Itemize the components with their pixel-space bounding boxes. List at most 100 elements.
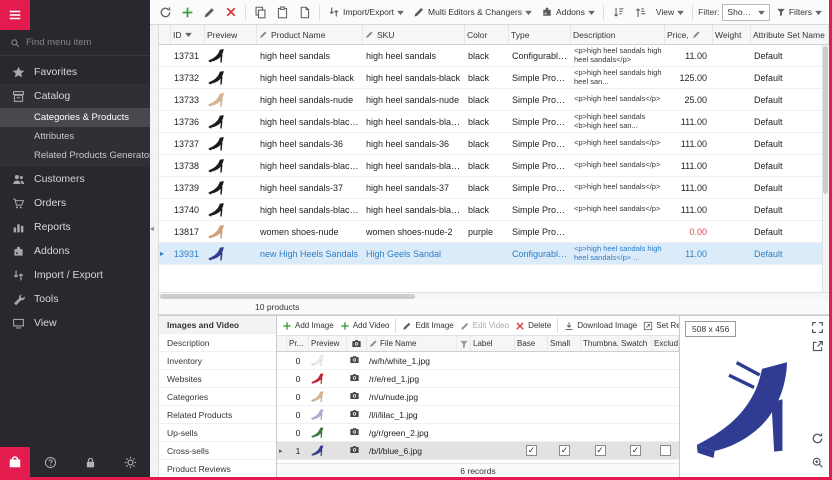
- column-exclude[interactable]: Exclude: [652, 336, 679, 351]
- sort-desc-button[interactable]: [631, 4, 650, 21]
- column-price[interactable]: Price,: [665, 25, 713, 44]
- sort-asc-button[interactable]: [609, 4, 628, 21]
- row-expander[interactable]: [277, 447, 287, 455]
- tab-cross-sells[interactable]: Cross-sells: [159, 442, 276, 460]
- column-color[interactable]: Color: [465, 25, 509, 44]
- add-product-button[interactable]: [178, 4, 197, 21]
- column-sku[interactable]: SKU: [363, 25, 465, 44]
- tab-description[interactable]: Description: [159, 334, 276, 352]
- sidebar-item-orders[interactable]: Orders: [0, 191, 150, 215]
- column-thumbnail[interactable]: Thumbna...: [581, 336, 619, 351]
- sidebar-item-tools[interactable]: Tools: [0, 287, 150, 311]
- column-order[interactable]: Pr...: [287, 336, 309, 351]
- add-video-button[interactable]: Add Video: [338, 320, 392, 332]
- download-image-button[interactable]: Download Image: [562, 320, 639, 332]
- fullscreen-icon[interactable]: [811, 321, 824, 334]
- store-button[interactable]: [0, 447, 30, 477]
- delete-image-button[interactable]: Delete: [513, 320, 553, 332]
- add-image-button[interactable]: Add Image: [280, 320, 336, 332]
- zoom-icon[interactable]: [811, 456, 824, 469]
- table-row[interactable]: 13739 high heel sandals-37 high heel san…: [159, 177, 829, 199]
- main-menu-button[interactable]: [0, 0, 30, 30]
- column-label[interactable]: Label: [471, 336, 515, 351]
- table-row[interactable]: 13732 high heel sandals-black high heel …: [159, 67, 829, 89]
- image-row[interactable]: 0 /l/i/lilac_1.jpg: [277, 406, 679, 424]
- multi-editors-menu[interactable]: Multi Editors & Changers: [410, 4, 535, 20]
- image-row[interactable]: 1 /b/l/blue_6.jpg ✓ ✓ ✓ ✓: [277, 442, 679, 460]
- copy-button[interactable]: [251, 4, 270, 21]
- table-row[interactable]: 13817 women shoes-nude women shoes-nude-…: [159, 221, 829, 243]
- column-product-name[interactable]: Product Name: [257, 25, 363, 44]
- edit-video-button[interactable]: Edit Video: [458, 320, 511, 332]
- table-row[interactable]: 13740 high heel sandals-black-38 high he…: [159, 199, 829, 221]
- filters-menu[interactable]: Filters: [773, 5, 825, 19]
- column-id[interactable]: ID: [171, 25, 205, 44]
- table-row[interactable]: 13731 high heel sandals high heel sandal…: [159, 45, 829, 67]
- sidebar-item-categories-products[interactable]: Categories & Products: [0, 108, 150, 127]
- tab-categories[interactable]: Categories: [159, 388, 276, 406]
- sidebar-item-catalog[interactable]: Catalog: [0, 84, 150, 108]
- thumbnail-checkbox[interactable]: ✓: [595, 445, 606, 456]
- column-preview[interactable]: Preview: [205, 25, 257, 44]
- sidebar-item-attributes[interactable]: Attributes: [0, 127, 150, 146]
- horizontal-scrollbar[interactable]: [159, 292, 829, 299]
- column-description[interactable]: Description: [571, 25, 665, 44]
- sidebar-item-related-products-generator[interactable]: Related Products Generator: [0, 146, 150, 165]
- image-row[interactable]: 0 /r/e/red_1.jpg: [277, 370, 679, 388]
- sidebar-item-addons[interactable]: Addons: [0, 239, 150, 263]
- edit-image-button[interactable]: Edit Image: [400, 320, 455, 332]
- help-icon[interactable]: [44, 456, 57, 469]
- sidebar-item-import-export[interactable]: Import / Export: [0, 263, 150, 287]
- column-base[interactable]: Base: [515, 336, 548, 351]
- column-swatch[interactable]: Swatch: [619, 336, 652, 351]
- view-menu[interactable]: View: [653, 5, 687, 19]
- tab-inventory[interactable]: Inventory: [159, 352, 276, 370]
- category-filter-select[interactable]: Show products from selected categories: [722, 4, 769, 21]
- small-checkbox[interactable]: ✓: [559, 445, 570, 456]
- table-row[interactable]: 13931 new High Heels Sandals High Geels …: [159, 243, 829, 265]
- column-file-name[interactable]: File Name: [367, 336, 457, 351]
- set-resize-rule-button[interactable]: Set Resize Rule: [641, 320, 679, 332]
- sidebar-item-customers[interactable]: Customers: [0, 167, 150, 191]
- tab-related-products[interactable]: Related Products: [159, 406, 276, 424]
- image-row[interactable]: 0 /n/u/nude.jpg: [277, 388, 679, 406]
- column-weight[interactable]: Weight: [713, 25, 751, 44]
- table-row[interactable]: 13736 high heel sandals-black-36 high he…: [159, 111, 829, 133]
- open-external-icon[interactable]: [811, 340, 824, 353]
- scrollbar-thumb[interactable]: [160, 294, 415, 299]
- addons-menu[interactable]: Addons: [538, 4, 598, 20]
- refresh-button[interactable]: [156, 4, 175, 21]
- table-row[interactable]: 13738 high heel sandals-black-37 high he…: [159, 155, 829, 177]
- column-type[interactable]: Type: [509, 25, 571, 44]
- sidebar-item-view[interactable]: View: [0, 311, 150, 335]
- scrollbar-thumb[interactable]: [823, 46, 828, 194]
- panel-splitter[interactable]: [150, 25, 159, 477]
- image-row[interactable]: 0 /w/h/white_1.jpg: [277, 352, 679, 370]
- column-camera[interactable]: [347, 336, 367, 351]
- image-row[interactable]: 0 /g/r/green_2.jpg: [277, 424, 679, 442]
- import-export-menu[interactable]: Import/Export: [325, 4, 407, 20]
- tab-images-and-video[interactable]: Images and Video: [159, 316, 276, 334]
- paste-button[interactable]: [273, 4, 292, 21]
- base-checkbox[interactable]: ✓: [526, 445, 537, 456]
- tab-up-sells[interactable]: Up-sells: [159, 424, 276, 442]
- column-attribute-set[interactable]: Attribute Set Name: [751, 25, 829, 44]
- exclude-checkbox[interactable]: [660, 445, 671, 456]
- sidebar-item-favorites[interactable]: Favorites: [0, 60, 150, 84]
- column-small[interactable]: Small: [548, 336, 581, 351]
- delete-product-button[interactable]: [222, 4, 240, 20]
- column-filter[interactable]: [457, 336, 471, 351]
- swatch-checkbox[interactable]: ✓: [630, 445, 641, 456]
- sidebar-item-reports[interactable]: Reports: [0, 215, 150, 239]
- tab-product-reviews[interactable]: Product Reviews: [159, 460, 276, 477]
- table-row[interactable]: 13737 high heel sandals-36 high heel san…: [159, 133, 829, 155]
- menu-search-input[interactable]: [26, 37, 140, 48]
- table-row[interactable]: 13733 high heel sandals-nude high heel s…: [159, 89, 829, 111]
- edit-product-button[interactable]: [200, 4, 219, 21]
- refresh-preview-icon[interactable]: [811, 432, 824, 445]
- lock-icon[interactable]: [84, 456, 97, 469]
- row-expander[interactable]: [159, 249, 171, 258]
- tab-websites[interactable]: Websites: [159, 370, 276, 388]
- duplicate-button[interactable]: [295, 4, 314, 21]
- column-preview[interactable]: Preview: [309, 336, 347, 351]
